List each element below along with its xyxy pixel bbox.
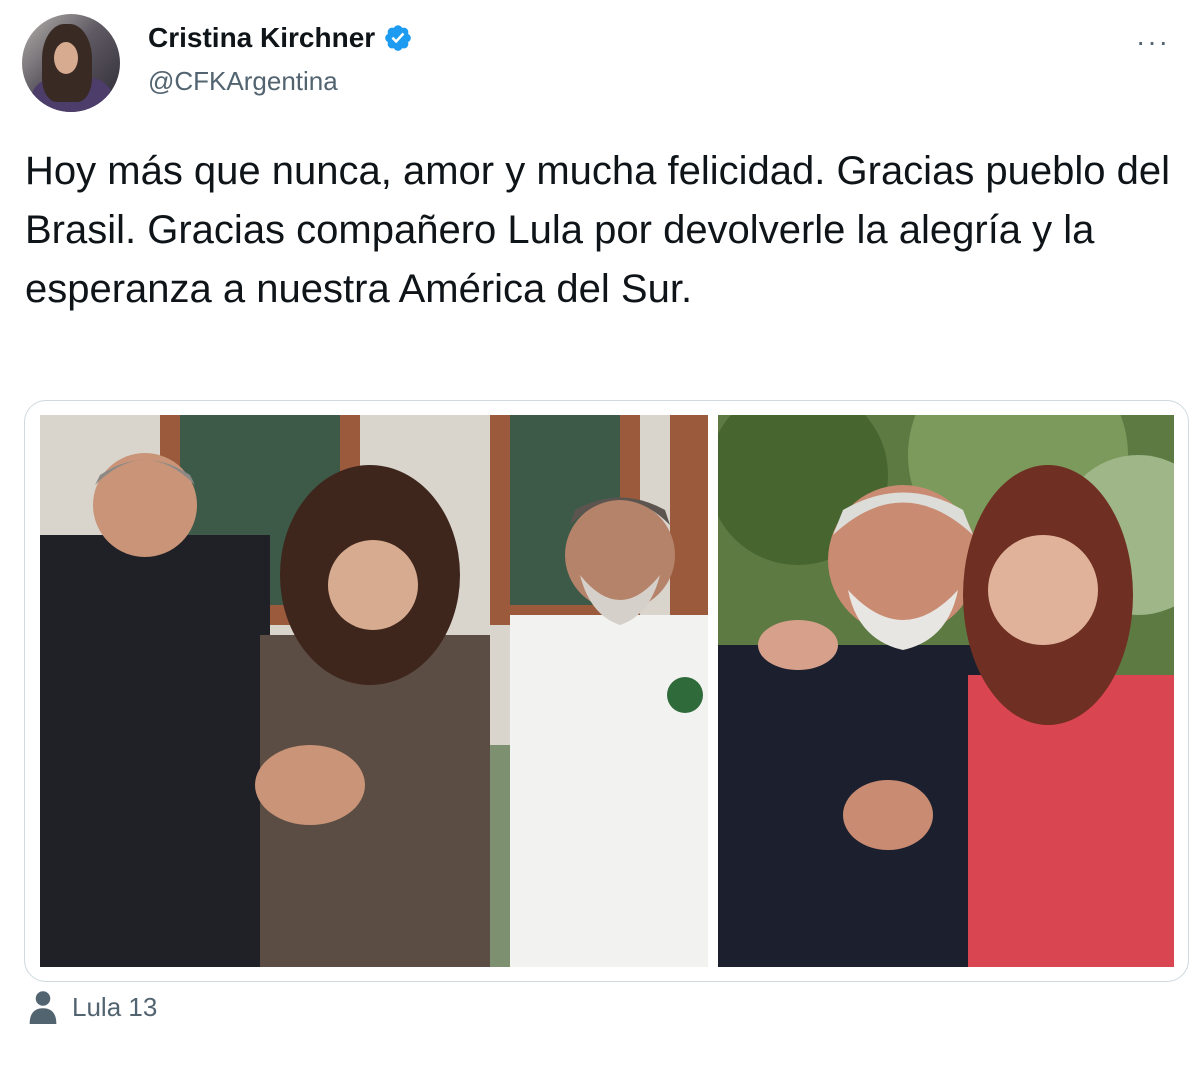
author-avatar[interactable] (22, 14, 120, 112)
author-display-name[interactable]: Cristina Kirchner (148, 22, 375, 54)
photo-handshake-illustration (40, 415, 708, 967)
tweet-header: Cristina Kirchner @CFKArgentina ··· (22, 14, 1178, 112)
author-name-row: Cristina Kirchner (148, 22, 413, 54)
person-icon (29, 991, 57, 1024)
tweet-text: Hoy más que nunca, amor y mucha felicida… (25, 149, 1171, 311)
footer-label[interactable]: Lula 13 (72, 992, 157, 1023)
avatar-face-shape (54, 42, 78, 74)
photo-embrace-illustration (718, 415, 1174, 967)
more-options-icon[interactable]: ··· (1136, 26, 1170, 58)
author-handle[interactable]: @CFKArgentina (148, 66, 338, 97)
media-photo-right[interactable] (718, 415, 1174, 967)
media-photo-left[interactable] (40, 415, 708, 967)
media-container[interactable] (24, 400, 1189, 982)
tweet-footer: Lula 13 (28, 990, 157, 1024)
verified-badge-icon (385, 25, 411, 51)
